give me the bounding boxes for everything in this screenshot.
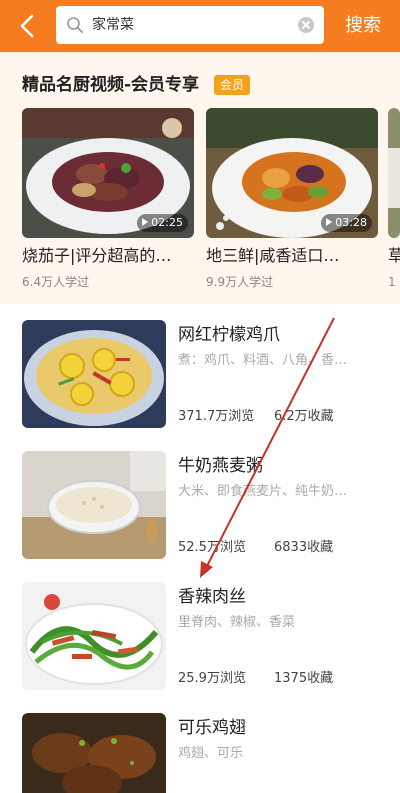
clear-icon[interactable] — [298, 17, 314, 33]
recipe-name[interactable]: 牛奶燕麦粥 — [178, 455, 263, 477]
video-title[interactable]: 地三鲜|咸香适口… — [206, 246, 378, 266]
premium-title: 精品名厨视频-会员专享 — [22, 75, 200, 95]
top-bar: 家常菜 搜索 — [0, 0, 400, 52]
learner-count: 9.9万人学过 — [206, 275, 274, 289]
search-query: 家常菜 — [92, 17, 134, 33]
video-thumbnail[interactable]: 02:25 — [22, 108, 194, 238]
video-title[interactable]: 烧茄子|评分超高的… — [22, 246, 194, 266]
recipe-name[interactable]: 网红柠檬鸡爪 — [178, 324, 280, 346]
video-title[interactable]: 草 — [388, 246, 400, 266]
dish-image-cola-wings — [22, 713, 166, 793]
video-duration: 02:25 — [137, 214, 188, 232]
recipe-name[interactable]: 香辣肉丝 — [178, 586, 246, 608]
play-icon — [142, 218, 149, 226]
view-count: 52.5万浏览 — [178, 540, 246, 555]
recipe-list-item[interactable]: 网红柠檬鸡爪 煮：鸡爪、料酒、八角、香… 371.7万浏览 6.2万收藏 — [0, 320, 400, 450]
recipe-ingredients: 里脊肉、辣椒、香菜 — [178, 615, 296, 630]
video-duration: 03:28 — [321, 214, 372, 232]
recipe-ingredients: 大米、即食燕麦片、纯牛奶… — [178, 484, 348, 499]
premium-video-card[interactable]: 草 1 — [388, 108, 400, 308]
dish-image-lemon-chicken-feet — [22, 320, 166, 428]
dish-image-oat-porridge — [22, 451, 166, 559]
premium-video-card[interactable]: 03:28 地三鲜|咸香适口… 9.9万人学过 — [206, 108, 378, 289]
recipe-list-item[interactable]: 香辣肉丝 里脊肉、辣椒、香菜 25.9万浏览 1375收藏 — [0, 582, 400, 712]
learner-count: 6.4万人学过 — [22, 275, 90, 289]
recipe-name[interactable]: 可乐鸡翅 — [178, 717, 246, 739]
back-arrow-icon[interactable] — [14, 12, 42, 40]
favorite-count: 6.2万收藏 — [274, 409, 334, 424]
recipe-image[interactable] — [22, 713, 166, 793]
view-count: 25.9万浏览 — [178, 671, 246, 686]
favorite-count: 6833收藏 — [274, 540, 334, 555]
recipe-image[interactable] — [22, 582, 166, 690]
recipe-ingredients: 煮：鸡爪、料酒、八角、香… — [178, 353, 348, 368]
search-button[interactable]: 搜索 — [338, 12, 388, 40]
premium-section: 精品名厨视频-会员专享 会员 02:25 烧茄子|评分超高的… 6.4万人学过 — [0, 52, 400, 304]
dish-image-spicy-pork — [22, 582, 166, 690]
video-thumbnail[interactable] — [388, 108, 400, 238]
recipe-ingredients: 鸡翅、可乐 — [178, 746, 244, 761]
view-count: 371.7万浏览 — [178, 409, 255, 424]
recipe-image[interactable] — [22, 320, 166, 428]
learner-count: 1 — [388, 275, 396, 289]
video-thumbnail[interactable]: 03:28 — [206, 108, 378, 238]
premium-video-card[interactable]: 02:25 烧茄子|评分超高的… 6.4万人学过 — [22, 108, 194, 289]
recipe-list-item[interactable]: 可乐鸡翅 鸡翅、可乐 — [0, 713, 400, 793]
recipe-image[interactable] — [22, 451, 166, 559]
play-icon — [326, 218, 333, 226]
search-input[interactable]: 家常菜 — [56, 6, 324, 44]
vip-badge: 会员 — [214, 75, 251, 95]
favorite-count: 1375收藏 — [274, 671, 334, 686]
search-icon — [67, 17, 83, 33]
recipe-list-item[interactable]: 牛奶燕麦粥 大米、即食燕麦片、纯牛奶… 52.5万浏览 6833收藏 — [0, 451, 400, 581]
dish-image-partial — [388, 108, 400, 238]
